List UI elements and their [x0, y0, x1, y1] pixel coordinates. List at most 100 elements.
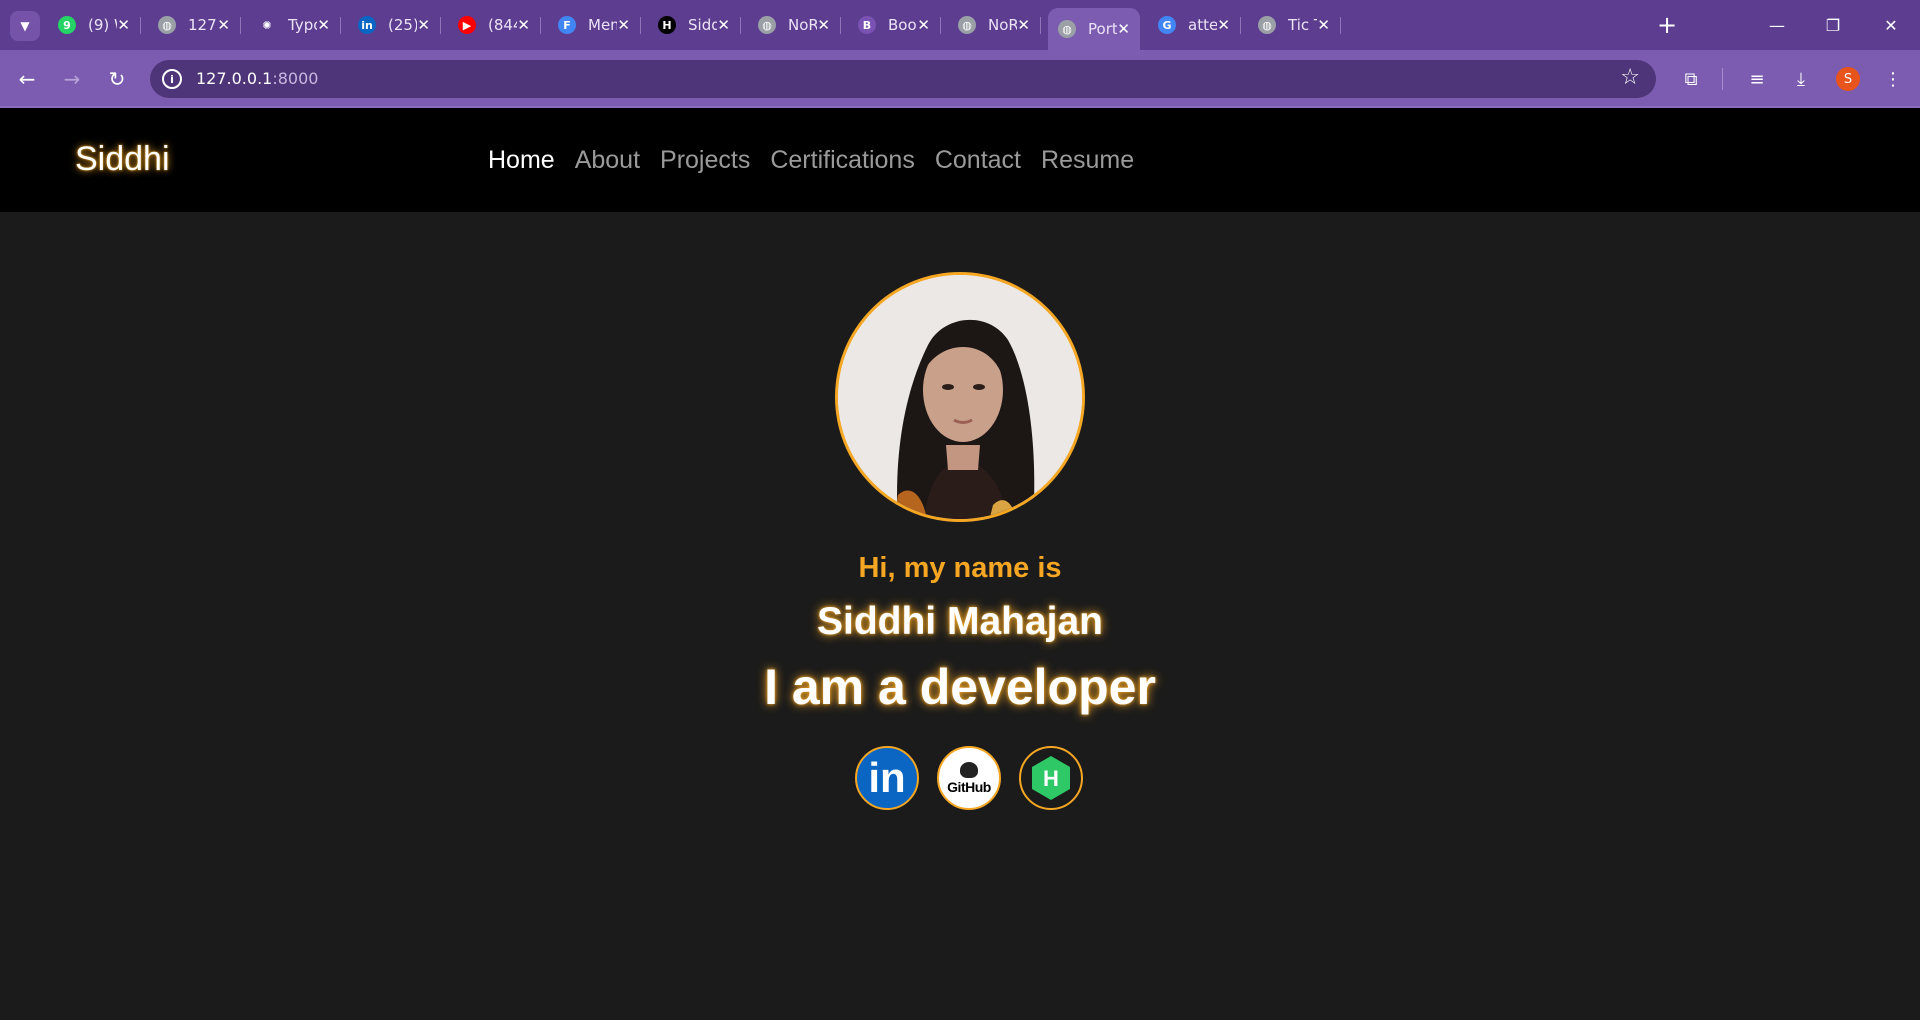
minimize-button[interactable]: —: [1754, 8, 1800, 42]
site-brand[interactable]: Siddhi: [75, 140, 170, 179]
reload-icon: ↻: [108, 67, 126, 91]
nav-link-home[interactable]: Home: [488, 146, 555, 175]
browser-tab[interactable]: B Boots✕: [848, 8, 941, 42]
media-control-icon[interactable]: ≡: [1742, 64, 1772, 94]
browser-tab[interactable]: ◍ NoRe✕: [948, 8, 1041, 42]
site-info-icon[interactable]: i: [162, 69, 182, 89]
tab-separator: [840, 17, 841, 34]
tab-search-button[interactable]: ▼: [10, 11, 40, 41]
github-link[interactable]: GitHub: [937, 746, 1001, 810]
tab-close-icon[interactable]: ✕: [217, 16, 230, 34]
tab-title: Mem: [588, 16, 617, 34]
linkedin-icon: in: [868, 754, 906, 801]
extensions-icon[interactable]: ⧉: [1676, 64, 1706, 94]
tab-title: NoRe: [788, 16, 818, 34]
close-icon: ✕: [1884, 15, 1898, 35]
browser-toolbar: ← → ↻ i 127.0.0.1:8000 ☆ ⧉ ≡ ⤓ ⋮: [0, 50, 1920, 107]
nav-link-projects[interactable]: Projects: [660, 146, 750, 175]
hero-section: Hi, my name is Siddhi Mahajan I am a dev…: [0, 212, 1920, 1020]
back-button[interactable]: ←: [12, 64, 42, 94]
tab-title: Typo: [288, 16, 317, 34]
openai-icon: ✺: [258, 16, 276, 34]
tab-close-icon[interactable]: ✕: [317, 16, 330, 34]
tab-separator: [940, 17, 941, 34]
tab-close-icon[interactable]: ✕: [717, 16, 730, 34]
nav-link-contact[interactable]: Contact: [935, 146, 1021, 175]
minimize-icon: —: [1769, 15, 1785, 35]
youtube-icon: ▶: [458, 16, 476, 34]
forms-icon: F: [558, 16, 576, 34]
browser-tab[interactable]: ◍ 127.0✕: [148, 8, 241, 42]
profile-avatar[interactable]: S: [1836, 67, 1860, 91]
browser-tab[interactable]: ◍ Portf✕: [1048, 8, 1140, 50]
tab-separator: [240, 17, 241, 34]
linkedin-link[interactable]: in: [855, 746, 919, 810]
restore-button[interactable]: ❐: [1810, 8, 1856, 42]
github-icon: [960, 761, 978, 778]
browser-tab[interactable]: H Siddh✕: [648, 8, 741, 42]
menu-kebab-icon[interactable]: ⋮: [1878, 64, 1908, 94]
bookmark-star-icon[interactable]: ☆: [1620, 65, 1640, 90]
new-tab-button[interactable]: +: [1652, 10, 1682, 40]
site-navbar: Siddhi Home About Projects Certification…: [0, 108, 1920, 212]
profile-photo: [835, 272, 1085, 522]
close-window-button[interactable]: ✕: [1868, 8, 1914, 42]
tab-close-icon[interactable]: ✕: [117, 16, 130, 34]
nav-menu: Home About Projects Certifications Conta…: [488, 146, 1134, 175]
address-bar[interactable]: i 127.0.0.1:8000 ☆: [150, 60, 1656, 98]
tab-close-icon[interactable]: ✕: [1317, 16, 1330, 34]
tab-close-icon[interactable]: ✕: [517, 16, 530, 34]
tab-close-icon[interactable]: ✕: [1017, 16, 1030, 34]
forward-button[interactable]: →: [57, 64, 87, 94]
browser-tab[interactable]: in (25) S✕: [348, 8, 441, 42]
tab-close-icon[interactable]: ✕: [417, 16, 430, 34]
address-url: 127.0.0.1:8000: [196, 69, 318, 88]
url-host: 127.0.0.1: [196, 69, 273, 88]
tab-separator: [340, 17, 341, 34]
tab-strip: ▼ 9(9) W✕◍127.0✕✺Typo✕in(25) S✕▶(844)✕FM…: [0, 0, 1920, 50]
toolbar-divider: [1722, 68, 1723, 90]
tab-close-icon[interactable]: ✕: [917, 16, 930, 34]
reload-button[interactable]: ↻: [102, 64, 132, 94]
nav-link-about[interactable]: About: [575, 146, 640, 175]
tab-close-icon[interactable]: ✕: [1117, 20, 1130, 38]
browser-tab[interactable]: Gatten✕: [1148, 8, 1241, 42]
tab-title: Boots: [888, 16, 917, 34]
url-port: :8000: [272, 69, 319, 88]
browser-tab[interactable]: ◍ Tic Ta✕: [1248, 8, 1341, 42]
tab-close-icon[interactable]: ✕: [817, 16, 830, 34]
browser-tab[interactable]: F Mem✕: [548, 8, 641, 42]
hero-greeting: Hi, my name is: [858, 552, 1062, 584]
hackerrank-label: H: [1043, 766, 1059, 791]
globe-icon: ◍: [758, 16, 776, 34]
tab-title: (25) S: [388, 16, 418, 34]
tab-separator: [540, 17, 541, 34]
tab-title: NoRe: [988, 16, 1018, 34]
download-icon[interactable]: ⤓: [1786, 64, 1816, 94]
browser-tab[interactable]: ◍ NoRe✕: [748, 8, 841, 42]
tab-separator: [1240, 17, 1241, 34]
tab-separator: [1340, 17, 1341, 34]
tab-title: atten: [1188, 16, 1218, 34]
nav-link-resume[interactable]: Resume: [1041, 146, 1134, 175]
globe-icon: ◍: [158, 16, 176, 34]
chevron-down-icon: ▼: [20, 19, 30, 33]
hackerrank-link[interactable]: H: [1019, 746, 1083, 810]
browser-tab[interactable]: ▶ (844)✕: [448, 8, 541, 42]
arrow-right-icon: →: [63, 67, 81, 91]
hackerrank-icon: H: [1032, 756, 1070, 800]
globe-icon: ◍: [1258, 16, 1276, 34]
tab-close-icon[interactable]: ✕: [617, 16, 630, 34]
browser-tab[interactable]: ✺ Typo✕: [248, 8, 341, 42]
tab-title: Siddh: [688, 16, 718, 34]
tab-title: Portf: [1088, 20, 1118, 38]
globe-icon: ◍: [1058, 20, 1076, 38]
nav-link-certifications[interactable]: Certifications: [770, 146, 915, 175]
plus-icon: +: [1656, 11, 1678, 39]
bootstrap-icon: B: [858, 16, 876, 34]
hero-role: I am a developer: [764, 659, 1156, 715]
tab-title: (9) W: [88, 16, 117, 34]
browser-tab[interactable]: 9 (9) W✕: [48, 8, 141, 42]
tab-close-icon[interactable]: ✕: [1217, 16, 1230, 34]
arrow-left-icon: ←: [18, 67, 36, 91]
